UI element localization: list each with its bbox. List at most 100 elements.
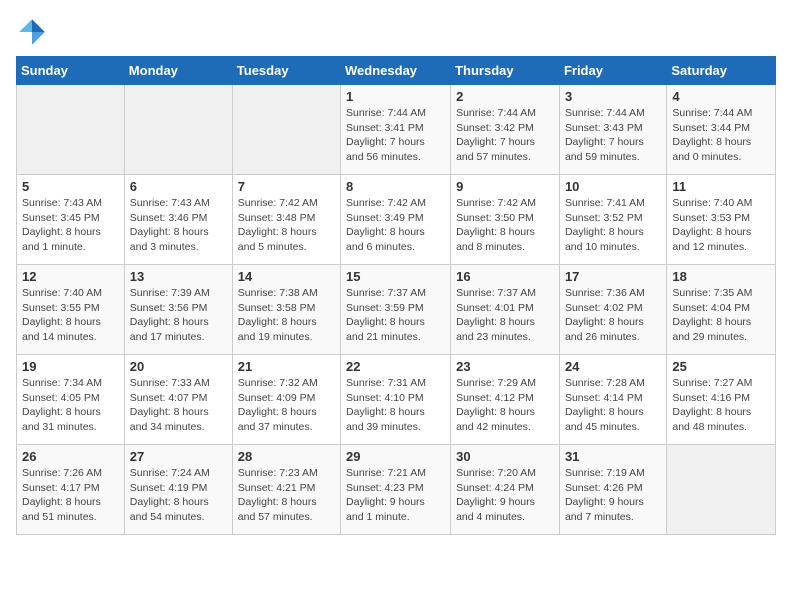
day-number: 10 xyxy=(565,179,661,194)
day-info: Sunrise: 7:20 AM Sunset: 4:24 PM Dayligh… xyxy=(456,466,554,525)
day-info: Sunrise: 7:28 AM Sunset: 4:14 PM Dayligh… xyxy=(565,376,661,435)
day-number: 26 xyxy=(22,449,119,464)
calendar-cell: 30 Sunrise: 7:20 AM Sunset: 4:24 PM Dayli… xyxy=(451,445,560,535)
calendar-cell: 12Sunrise: 7:40 AM Sunset: 3:55 PM Dayli… xyxy=(17,265,125,355)
calendar-cell xyxy=(17,85,125,175)
calendar-cell: 13Sunrise: 7:39 AM Sunset: 3:56 PM Dayli… xyxy=(124,265,232,355)
calendar-cell: 3Sunrise: 7:44 AM Sunset: 3:43 PM Daylig… xyxy=(559,85,666,175)
day-info: Sunrise: 7:27 AM Sunset: 4:16 PM Dayligh… xyxy=(672,376,770,435)
day-number: 19 xyxy=(22,359,119,374)
day-info: Sunrise: 7:26 AM Sunset: 4:17 PM Dayligh… xyxy=(22,466,119,525)
day-number: 6 xyxy=(130,179,227,194)
weekday-header: Thursday xyxy=(451,57,560,85)
day-number: 27 xyxy=(130,449,227,464)
day-info: Sunrise: 7:19 AM Sunset: 4:26 PM Dayligh… xyxy=(565,466,661,525)
day-number: 4 xyxy=(672,89,770,104)
day-number: 9 xyxy=(456,179,554,194)
day-info: Sunrise: 7:23 AM Sunset: 4:21 PM Dayligh… xyxy=(238,466,335,525)
day-info: Sunrise: 7:32 AM Sunset: 4:09 PM Dayligh… xyxy=(238,376,335,435)
calendar-cell: 31 Sunrise: 7:19 AM Sunset: 4:26 PM Dayli… xyxy=(559,445,666,535)
day-info: Sunrise: 7:34 AM Sunset: 4:05 PM Dayligh… xyxy=(22,376,119,435)
day-number: 24 xyxy=(565,359,661,374)
logo xyxy=(16,16,52,48)
calendar-cell: 1 Sunrise: 7:44 AM Sunset: 3:41 PM Daylig… xyxy=(341,85,451,175)
day-info: Sunrise: 7:38 AM Sunset: 3:58 PM Dayligh… xyxy=(238,286,335,345)
calendar-table: SundayMondayTuesdayWednesdayThursdayFrid… xyxy=(16,56,776,535)
day-number: 23 xyxy=(456,359,554,374)
calendar-cell: 19 Sunrise: 7:34 AM Sunset: 4:05 PM Dayli… xyxy=(17,355,125,445)
day-info: Sunrise: 7:36 AM Sunset: 4:02 PM Dayligh… xyxy=(565,286,661,345)
calendar-cell: 5 Sunrise: 7:43 AM Sunset: 3:45 PM Daylig… xyxy=(17,175,125,265)
day-info: Sunrise: 7:31 AM Sunset: 4:10 PM Dayligh… xyxy=(346,376,445,435)
day-number: 5 xyxy=(22,179,119,194)
day-info: Sunrise: 7:44 AM Sunset: 3:43 PM Dayligh… xyxy=(565,106,661,165)
header-row: SundayMondayTuesdayWednesdayThursdayFrid… xyxy=(17,57,776,85)
day-info: Sunrise: 7:44 AM Sunset: 3:42 PM Dayligh… xyxy=(456,106,554,165)
calendar-cell: 10 Sunrise: 7:41 AM Sunset: 3:52 PM Dayli… xyxy=(559,175,666,265)
calendar-cell: 16 Sunrise: 7:37 AM Sunset: 4:01 PM Dayli… xyxy=(451,265,560,355)
page-header xyxy=(16,16,776,48)
calendar-cell: 29 Sunrise: 7:21 AM Sunset: 4:23 PM Dayli… xyxy=(341,445,451,535)
calendar-week-row: 5 Sunrise: 7:43 AM Sunset: 3:45 PM Daylig… xyxy=(17,175,776,265)
day-info: Sunrise: 7:33 AM Sunset: 4:07 PM Dayligh… xyxy=(130,376,227,435)
day-info: Sunrise: 7:42 AM Sunset: 3:50 PM Dayligh… xyxy=(456,196,554,255)
day-number: 31 xyxy=(565,449,661,464)
day-info: Sunrise: 7:29 AM Sunset: 4:12 PM Dayligh… xyxy=(456,376,554,435)
calendar-cell: 18Sunrise: 7:35 AM Sunset: 4:04 PM Dayli… xyxy=(667,265,776,355)
day-info: Sunrise: 7:41 AM Sunset: 3:52 PM Dayligh… xyxy=(565,196,661,255)
day-info: Sunrise: 7:43 AM Sunset: 3:45 PM Dayligh… xyxy=(22,196,119,255)
calendar-cell: 11 Sunrise: 7:40 AM Sunset: 3:53 PM Dayli… xyxy=(667,175,776,265)
calendar-cell: 26 Sunrise: 7:26 AM Sunset: 4:17 PM Dayli… xyxy=(17,445,125,535)
day-number: 2 xyxy=(456,89,554,104)
day-number: 11 xyxy=(672,179,770,194)
calendar-week-row: 1 Sunrise: 7:44 AM Sunset: 3:41 PM Daylig… xyxy=(17,85,776,175)
day-number: 7 xyxy=(238,179,335,194)
calendar-cell: 7Sunrise: 7:42 AM Sunset: 3:48 PM Daylig… xyxy=(232,175,340,265)
day-info: Sunrise: 7:37 AM Sunset: 3:59 PM Dayligh… xyxy=(346,286,445,345)
calendar-header: SundayMondayTuesdayWednesdayThursdayFrid… xyxy=(17,57,776,85)
weekday-header: Monday xyxy=(124,57,232,85)
weekday-header: Saturday xyxy=(667,57,776,85)
day-number: 8 xyxy=(346,179,445,194)
calendar-cell: 17 Sunrise: 7:36 AM Sunset: 4:02 PM Dayli… xyxy=(559,265,666,355)
calendar-cell: 24 Sunrise: 7:28 AM Sunset: 4:14 PM Dayli… xyxy=(559,355,666,445)
day-info: Sunrise: 7:24 AM Sunset: 4:19 PM Dayligh… xyxy=(130,466,227,525)
day-info: Sunrise: 7:35 AM Sunset: 4:04 PM Dayligh… xyxy=(672,286,770,345)
day-info: Sunrise: 7:21 AM Sunset: 4:23 PM Dayligh… xyxy=(346,466,445,525)
day-number: 25 xyxy=(672,359,770,374)
day-number: 28 xyxy=(238,449,335,464)
day-number: 14 xyxy=(238,269,335,284)
calendar-cell: 25 Sunrise: 7:27 AM Sunset: 4:16 PM Dayli… xyxy=(667,355,776,445)
calendar-cell: 8 Sunrise: 7:42 AM Sunset: 3:49 PM Daylig… xyxy=(341,175,451,265)
calendar-cell: 14 Sunrise: 7:38 AM Sunset: 3:58 PM Dayli… xyxy=(232,265,340,355)
weekday-header: Wednesday xyxy=(341,57,451,85)
calendar-cell: 28 Sunrise: 7:23 AM Sunset: 4:21 PM Dayli… xyxy=(232,445,340,535)
day-number: 16 xyxy=(456,269,554,284)
day-number: 30 xyxy=(456,449,554,464)
day-number: 1 xyxy=(346,89,445,104)
day-info: Sunrise: 7:40 AM Sunset: 3:55 PM Dayligh… xyxy=(22,286,119,345)
day-info: Sunrise: 7:39 AM Sunset: 3:56 PM Dayligh… xyxy=(130,286,227,345)
day-info: Sunrise: 7:44 AM Sunset: 3:41 PM Dayligh… xyxy=(346,106,445,165)
day-info: Sunrise: 7:42 AM Sunset: 3:49 PM Dayligh… xyxy=(346,196,445,255)
calendar-week-row: 19 Sunrise: 7:34 AM Sunset: 4:05 PM Dayli… xyxy=(17,355,776,445)
calendar-cell: 2 Sunrise: 7:44 AM Sunset: 3:42 PM Daylig… xyxy=(451,85,560,175)
day-info: Sunrise: 7:40 AM Sunset: 3:53 PM Dayligh… xyxy=(672,196,770,255)
calendar-cell: 22Sunrise: 7:31 AM Sunset: 4:10 PM Dayli… xyxy=(341,355,451,445)
calendar-cell: 23 Sunrise: 7:29 AM Sunset: 4:12 PM Dayli… xyxy=(451,355,560,445)
day-info: Sunrise: 7:37 AM Sunset: 4:01 PM Dayligh… xyxy=(456,286,554,345)
day-number: 29 xyxy=(346,449,445,464)
calendar-cell: 4 Sunrise: 7:44 AM Sunset: 3:44 PM Daylig… xyxy=(667,85,776,175)
calendar-cell: 9 Sunrise: 7:42 AM Sunset: 3:50 PM Daylig… xyxy=(451,175,560,265)
day-number: 15 xyxy=(346,269,445,284)
calendar-cell xyxy=(124,85,232,175)
calendar-body: 1 Sunrise: 7:44 AM Sunset: 3:41 PM Daylig… xyxy=(17,85,776,535)
day-number: 20 xyxy=(130,359,227,374)
calendar-cell xyxy=(667,445,776,535)
day-number: 21 xyxy=(238,359,335,374)
day-number: 17 xyxy=(565,269,661,284)
calendar-cell: 21 Sunrise: 7:32 AM Sunset: 4:09 PM Dayli… xyxy=(232,355,340,445)
calendar-week-row: 12Sunrise: 7:40 AM Sunset: 3:55 PM Dayli… xyxy=(17,265,776,355)
day-info: Sunrise: 7:44 AM Sunset: 3:44 PM Dayligh… xyxy=(672,106,770,165)
weekday-header: Tuesday xyxy=(232,57,340,85)
